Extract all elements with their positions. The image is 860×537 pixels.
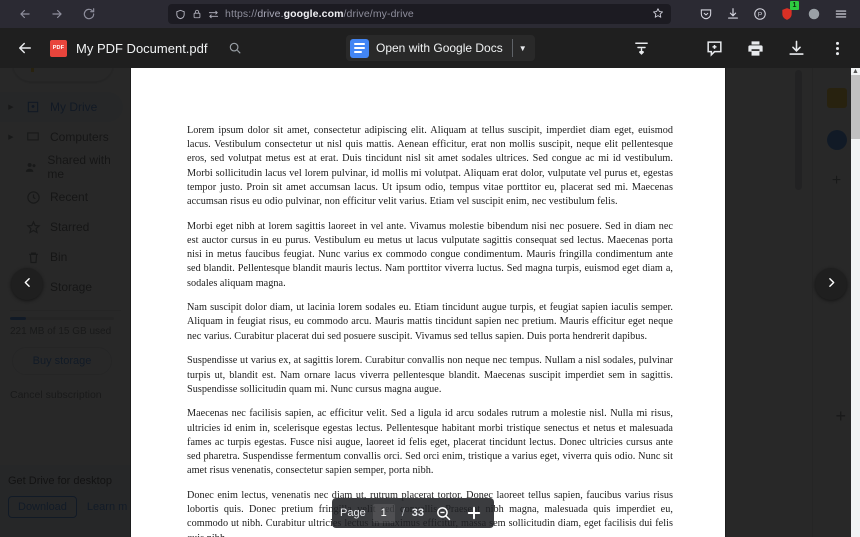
- pdf-viewer-toolbar: PDF My PDF Document.pdf Open with Google…: [0, 28, 860, 68]
- account-icon[interactable]: [807, 7, 821, 21]
- url-host-domain: google.com: [283, 8, 344, 20]
- sort-icon[interactable]: [633, 39, 650, 61]
- chevron-right-icon: [825, 276, 838, 292]
- previous-file-button[interactable]: [11, 268, 43, 300]
- pdf-toolbar-actions: [703, 37, 848, 59]
- print-icon[interactable]: [744, 37, 766, 59]
- browser-extension-icons: P 1: [699, 1, 852, 21]
- add-comment-icon[interactable]: [703, 37, 725, 59]
- url-scheme: https://: [225, 8, 258, 20]
- downloads-icon[interactable]: [726, 7, 740, 21]
- site-permissions-icon[interactable]: [208, 9, 219, 20]
- back-arrow-icon[interactable]: [14, 3, 36, 25]
- total-pages: 33: [411, 507, 425, 519]
- hamburger-menu-icon[interactable]: [834, 7, 848, 21]
- svg-text:P: P: [758, 11, 762, 18]
- padlock-icon[interactable]: [192, 9, 202, 19]
- pdf-file-name: My PDF Document.pdf: [76, 40, 208, 56]
- zoom-in-icon[interactable]: [462, 501, 486, 525]
- browser-chrome: https://drive.google.com/drive/my-drive …: [0, 0, 860, 28]
- bitwarden-icon[interactable]: 1: [780, 1, 799, 21]
- pocket-p-icon[interactable]: P: [753, 7, 767, 21]
- open-with-google-docs-button[interactable]: Open with Google Docs ▼: [346, 35, 535, 61]
- browser-nav-buttons: [8, 3, 106, 25]
- scroll-up-arrow-icon[interactable]: ▲: [851, 68, 860, 75]
- google-docs-icon: [350, 38, 369, 58]
- url-host-prefix: drive.: [257, 8, 284, 20]
- page-separator: /: [401, 507, 405, 519]
- next-file-button[interactable]: [815, 268, 847, 300]
- star-icon[interactable]: [652, 7, 664, 22]
- window-scrollbar[interactable]: ▲: [851, 68, 860, 537]
- page-label: Page: [340, 507, 366, 519]
- chevron-down-icon[interactable]: ▼: [513, 44, 533, 53]
- page-number-input[interactable]: [372, 503, 395, 523]
- download-icon[interactable]: [785, 37, 807, 59]
- modal-dim-overlay: [0, 28, 860, 537]
- pocket-icon[interactable]: [699, 7, 713, 21]
- scrollbar-thumb[interactable]: [851, 75, 860, 139]
- reload-icon[interactable]: [78, 3, 100, 25]
- zoom-out-icon[interactable]: [431, 501, 455, 525]
- extension-badge-count: 1: [790, 1, 799, 10]
- url-text[interactable]: https://drive.google.com/drive/my-drive: [225, 8, 646, 20]
- open-with-google-docs-label: Open with Google Docs: [376, 41, 503, 55]
- search-icon[interactable]: [228, 41, 242, 55]
- page-navigation-pill: Page / 33: [332, 498, 495, 528]
- tracking-protection-icon[interactable]: [175, 9, 186, 20]
- url-path: /drive/my-drive: [343, 8, 414, 20]
- url-bar[interactable]: https://drive.google.com/drive/my-drive: [168, 4, 671, 24]
- pdf-file-type-icon: PDF: [50, 39, 67, 57]
- chevron-left-icon: [21, 276, 34, 292]
- more-options-icon[interactable]: [826, 37, 848, 59]
- back-arrow-icon[interactable]: [12, 35, 38, 61]
- forward-arrow-icon[interactable]: [46, 3, 68, 25]
